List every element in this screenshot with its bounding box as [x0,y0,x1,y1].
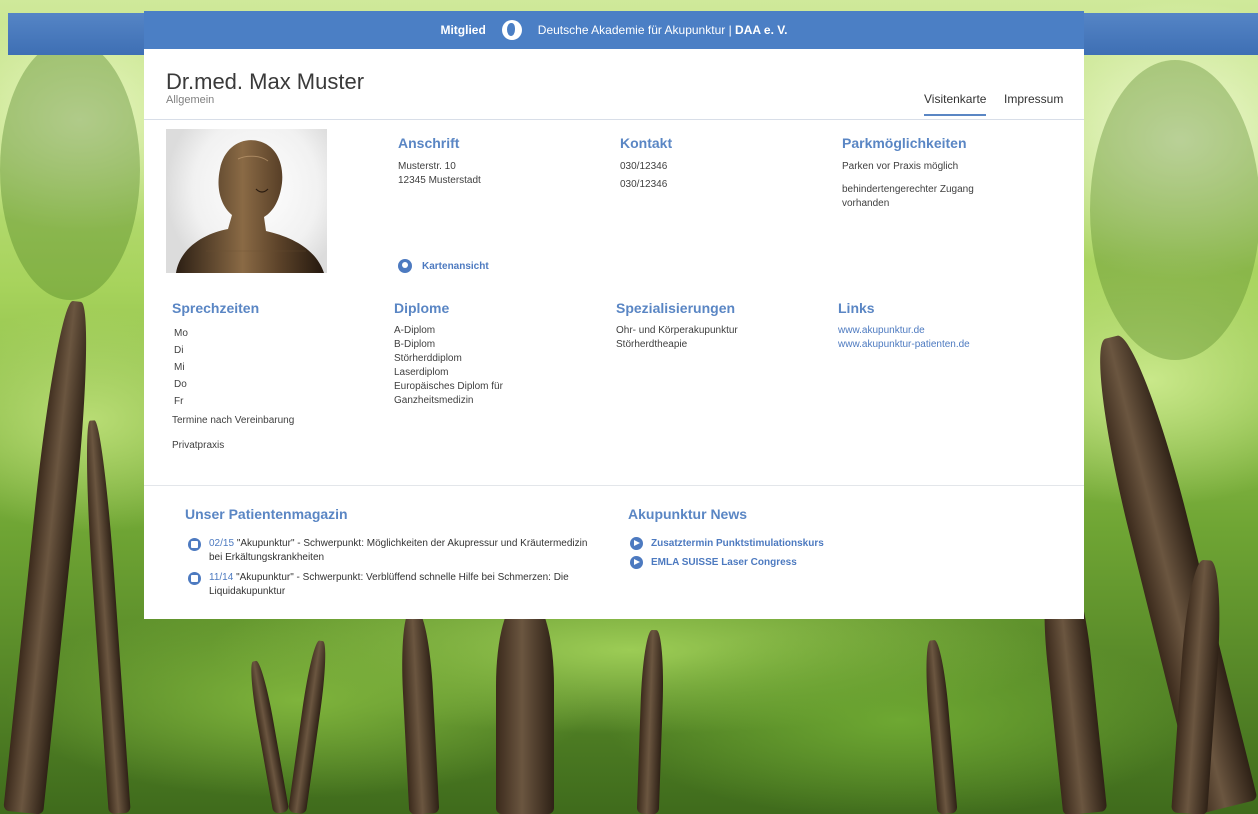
doctor-portrait [166,129,327,273]
diploma-item: B-Diplom [394,339,436,350]
address-city: 12345 Musterstadt [398,175,481,186]
map-pin-icon [398,259,412,273]
diploma-item: Laserdiplom [394,367,449,378]
heading-patientenmagazin: Unser Patientenmagazin [185,506,348,522]
tab-visitenkarte[interactable]: Visitenkarte [924,92,987,116]
parking-info: Parken vor Praxis möglich [842,161,959,172]
org-name[interactable]: Deutsche Akademie für Akupunktur | DAA e… [538,23,788,37]
magazine-description: "Akupunktur" - Schwerpunkt: Möglichkeite… [209,538,588,563]
foliage [0,40,140,300]
magazine-description: "Akupunktur" - Schwerpunkt: Verblüffend … [209,572,569,597]
arrow-right-icon [630,556,643,569]
org-abbrev: DAA e. V. [735,23,788,37]
doctor-name: Dr.med. Max Muster [166,69,365,94]
daa-logo-icon [501,20,522,40]
hours-day: Mo [174,328,188,339]
map-view-link[interactable]: Kartenansicht [398,259,489,273]
divider [144,485,1084,486]
tree-trunk [1082,329,1258,814]
tree-trunk [81,419,131,814]
tree-trunk [636,629,666,814]
magazine-icon [188,538,201,551]
tree-trunk [246,659,290,814]
foliage [1090,60,1258,360]
magazine-item-text: 11/14 "Akupunktur" - Schwerpunkt: Verblü… [209,571,588,599]
hours-note: Termine nach Vereinbarung [172,415,295,426]
diploma-item: Störherddiplom [394,353,462,364]
news-item[interactable]: Zusatztermin Punktstimulationskurs [630,537,824,550]
hours-day: Do [174,379,187,390]
magazine-item-text: 02/15 "Akupunktur" - Schwerpunkt: Möglic… [209,537,588,565]
specialization-item: Ohr- und Körperakupunktur [616,325,738,336]
heading-kontakt: Kontakt [620,135,673,151]
tab-impressum[interactable]: Impressum [1004,92,1063,106]
tree-trunk [922,639,958,814]
heading-anschrift: Anschrift [398,135,460,151]
divider [144,119,1084,120]
topbar-extension-left [8,13,144,55]
heading-parking: Parkmöglichkeiten [842,135,967,151]
heading-spezialisierungen: Spezialisierungen [616,300,736,316]
map-view-label: Kartenansicht [422,260,489,272]
magazine-item[interactable]: 11/14 "Akupunktur" - Schwerpunkt: Verblü… [188,571,588,599]
magazine-icon [188,572,201,585]
news-item-label: Zusatztermin Punktstimulationskurs [651,538,824,549]
topbar-extension-right [1084,13,1258,55]
external-link[interactable]: www.akupunktur.de [838,324,925,338]
top-bar: Mitglied Deutsche Akademie für Akupunktu… [144,11,1084,49]
specialization-item: Störherdtheapie [616,339,688,350]
magazine-issue: 02/15 [209,538,235,549]
doctor-category: Allgemein [166,94,215,106]
heading-links: Links [838,300,875,316]
heading-news: Akupunktur News [628,506,748,522]
hours-day: Mi [174,362,185,373]
diploma-item: Europäisches Diplom für Ganzheitsmedizin [394,381,503,406]
contact-phone: 030/12346 [620,161,668,172]
org-name-text: Deutsche Akademie für Akupunktur | [537,23,732,37]
news-item[interactable]: EMLA SUISSE Laser Congress [630,556,797,569]
hours-day: Di [174,345,184,356]
address-street: Musterstr. 10 [398,161,456,172]
diploma-item: A-Diplom [394,325,436,336]
heading-sprechzeiten: Sprechzeiten [172,300,260,316]
tree-trunk [398,609,440,814]
hours-day: Fr [174,396,184,407]
tree-trunk [496,600,554,814]
profile-card: Dr.med. Max Muster Allgemein Visitenkart… [144,49,1084,619]
parking-accessibility: behindertengerechter Zugang vorhanden [842,184,974,209]
external-link[interactable]: www.akupunktur-patienten.de [838,338,970,352]
heading-diplome: Diplome [394,300,450,316]
tree-trunk [287,639,331,814]
arrow-right-icon [630,537,643,550]
tree-trunk [3,299,97,814]
news-item-label: EMLA SUISSE Laser Congress [651,557,797,568]
magazine-issue: 11/14 [209,572,234,583]
practice-type: Privatpraxis [172,440,225,451]
magazine-item[interactable]: 02/15 "Akupunktur" - Schwerpunkt: Möglic… [188,537,588,565]
member-label: Mitglied [440,23,486,37]
contact-phone: 030/12346 [620,179,668,190]
